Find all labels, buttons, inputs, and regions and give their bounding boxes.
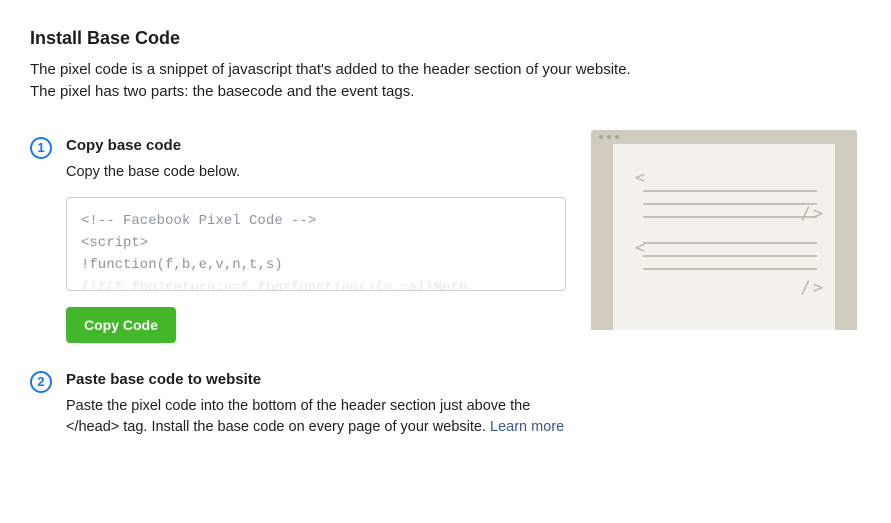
step-2-text: Paste the pixel code into the bottom of … <box>66 396 566 438</box>
illustration-chrome <box>591 130 857 144</box>
step-2-title: Paste base code to website <box>66 371 566 388</box>
intro-text: The pixel code is a snippet of javascrip… <box>30 59 650 103</box>
code-line-2: <script> <box>81 235 148 251</box>
step-1-title: Copy base code <box>66 137 566 154</box>
learn-more-link[interactable]: Learn more <box>490 419 564 435</box>
step-1-text: Copy the base code below. <box>66 162 566 183</box>
angle-bracket-icon: < <box>635 168 647 188</box>
step-2-text-body: Paste the pixel code into the bottom of … <box>66 398 530 435</box>
browser-illustration: < /> < /> <box>591 130 857 330</box>
step-2: 2 Paste base code to website Paste the p… <box>30 371 861 452</box>
close-tag-icon: /> <box>801 204 825 224</box>
page-title: Install Base Code <box>30 28 861 49</box>
close-tag-icon: /> <box>801 278 825 298</box>
code-line-3: !function(f,b,e,v,n,t,s) <box>81 257 283 273</box>
step-2-badge: 2 <box>30 371 52 393</box>
code-line-4: {if(f.fbq)return;n=f.fbq=function(){n.ca… <box>81 280 467 291</box>
code-snippet[interactable]: <!-- Facebook Pixel Code --> <script> !f… <box>66 197 566 291</box>
copy-code-button[interactable]: Copy Code <box>66 307 176 343</box>
code-line-1: <!-- Facebook Pixel Code --> <box>81 213 316 229</box>
step-1-badge: 1 <box>30 137 52 159</box>
angle-bracket-icon: < <box>635 238 647 258</box>
